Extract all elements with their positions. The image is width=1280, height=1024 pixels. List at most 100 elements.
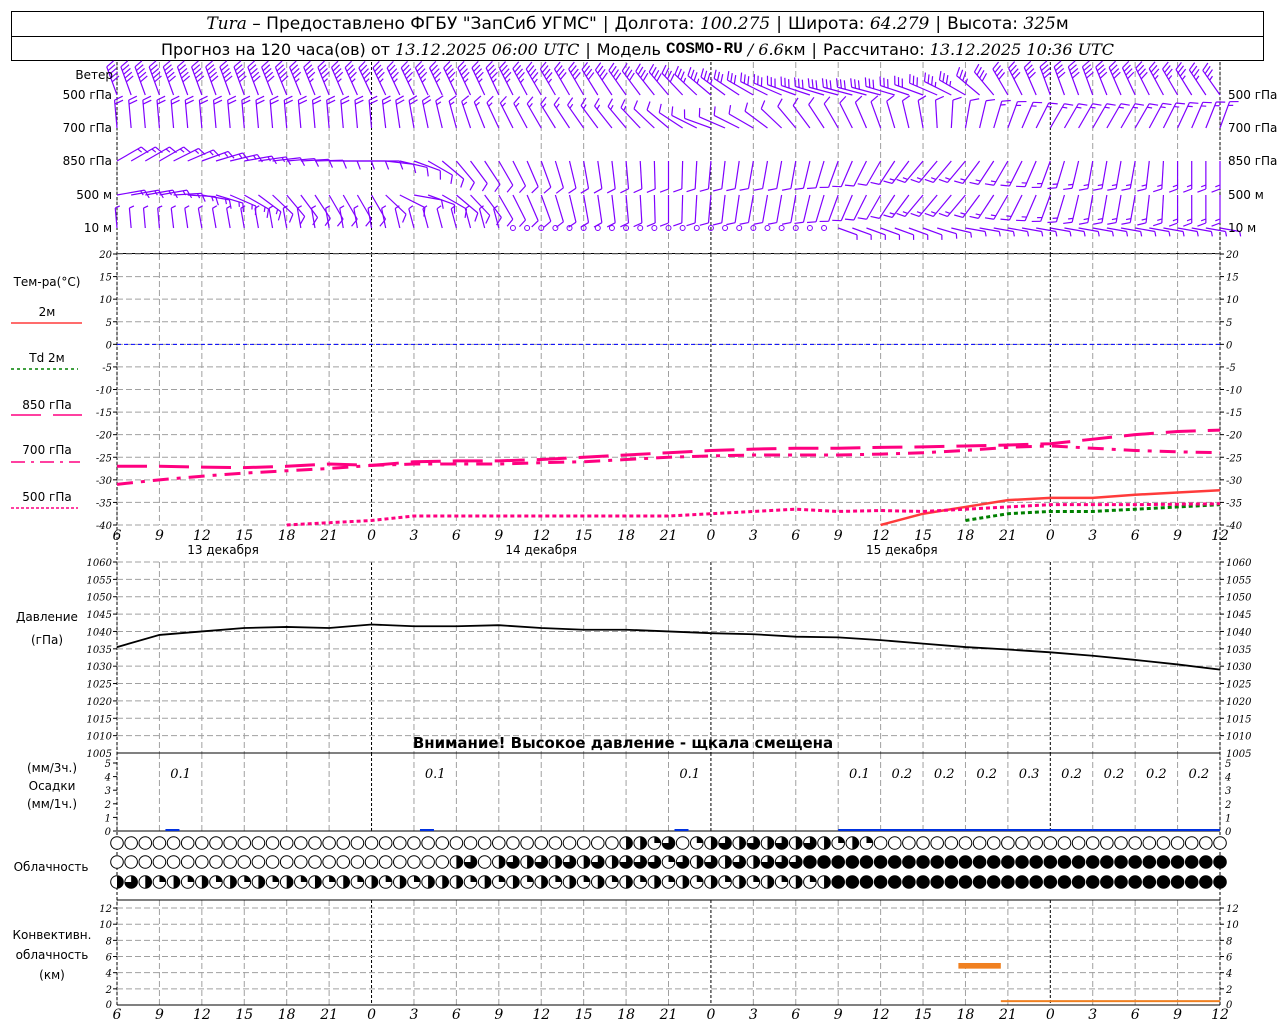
pressure-tick-label-right: 1045 (1226, 610, 1251, 621)
barb-flag (716, 71, 721, 81)
barb-flag (1120, 103, 1130, 106)
wind-barb (381, 205, 387, 229)
cloud-symbol (251, 855, 266, 869)
barb-flag (382, 99, 392, 105)
barb-staff (853, 160, 868, 187)
x-tick-label-bottom: 12 (193, 1007, 211, 1023)
barb-flag (1162, 102, 1172, 106)
barb-flag (208, 67, 216, 75)
barb-staff (486, 102, 500, 129)
cloud-symbol (166, 836, 181, 850)
wind-barb (1000, 160, 1023, 187)
barb-flag (633, 222, 643, 228)
barb-flag (1196, 231, 1199, 237)
wind-barb (184, 95, 194, 129)
cloud-fill (456, 855, 463, 869)
barb-staff (493, 208, 500, 229)
barb-staff (950, 100, 954, 129)
cloud-symbol (223, 855, 237, 869)
cloud-fill (781, 875, 788, 882)
wind-barb (1202, 62, 1221, 96)
barb-flag (271, 155, 277, 165)
barb-flag (917, 95, 927, 101)
cloud-symbol (902, 875, 916, 889)
barb-staff (790, 194, 797, 223)
barb-staff (1035, 102, 1050, 129)
barb-staff (1095, 66, 1108, 96)
cloud-fill (498, 855, 506, 869)
cloud-symbol (1170, 875, 1185, 889)
barb-flag (299, 216, 306, 225)
barb-flag (1137, 222, 1147, 226)
barb-staff (211, 208, 217, 229)
wind-barb (794, 160, 811, 191)
barb-staff (851, 86, 881, 96)
wind-barb (1092, 227, 1114, 237)
barb-flag (1153, 188, 1162, 193)
wind-barb (844, 194, 868, 221)
x-tick-label: 15 (575, 528, 593, 544)
barb-staff (880, 84, 910, 96)
barb-staff (1115, 194, 1122, 223)
calm-wind-icon (524, 225, 531, 231)
wind-barb (568, 194, 577, 228)
barb-flag (1121, 221, 1131, 225)
conv-tick-label: 12 (99, 904, 112, 915)
barb-flag (228, 199, 232, 209)
wind-barb (450, 205, 457, 229)
barb-flag (184, 205, 190, 209)
wind-barb (886, 95, 896, 129)
wind-barb (461, 95, 472, 129)
cloud-fill (117, 875, 124, 889)
barb-flag (137, 67, 145, 75)
barb-flag (512, 61, 520, 69)
wind-barb (646, 160, 656, 193)
barb-flag (167, 71, 175, 79)
cloud-symbol (803, 855, 817, 869)
barb-flag (473, 95, 482, 103)
wind-barb (1007, 227, 1030, 237)
wind-barb (300, 194, 319, 226)
temp-tick-label: -25 (96, 453, 112, 464)
barb-flag (568, 61, 575, 70)
barb-flag (593, 188, 603, 194)
barb-staff (268, 208, 274, 229)
cloud-symbol (265, 855, 280, 869)
calm-wind-icon (594, 225, 601, 231)
wind-barb (498, 194, 514, 227)
wind-barb (821, 225, 828, 231)
barb-flag (572, 68, 579, 77)
wind-barb (283, 95, 293, 129)
cloud-symbol (477, 855, 492, 869)
barb-flag (114, 205, 121, 209)
wind-barb (844, 160, 868, 187)
cloud-symbol (1213, 855, 1227, 869)
barb-flag (612, 69, 620, 78)
cloud-fill (696, 836, 704, 843)
wind-barb (241, 95, 251, 129)
barb-flag (651, 66, 657, 76)
barb-flag (740, 72, 743, 82)
barb-flag (767, 221, 777, 225)
wind-barb (274, 60, 289, 96)
barb-staff (461, 101, 472, 129)
barb-staff (448, 100, 457, 129)
barb-flag (960, 212, 966, 215)
cloud-symbol (350, 836, 365, 850)
barb-flag (199, 95, 208, 101)
cloud-symbol (506, 836, 520, 850)
barb-flag (597, 65, 604, 74)
precip-amount-label: 0.2 (1104, 767, 1125, 782)
barb-flag (531, 186, 539, 194)
calm-wind-icon (806, 225, 813, 231)
barb-flag (142, 95, 152, 101)
barb-staff (436, 208, 443, 229)
wind-barb (381, 95, 392, 129)
wind-barb (368, 95, 378, 129)
barb-flag (767, 187, 777, 191)
barb-flag (464, 78, 469, 83)
cloud-fill (640, 875, 647, 882)
barb-flag (256, 99, 265, 105)
barb-staff (512, 160, 527, 187)
cloud-fill (640, 836, 647, 850)
